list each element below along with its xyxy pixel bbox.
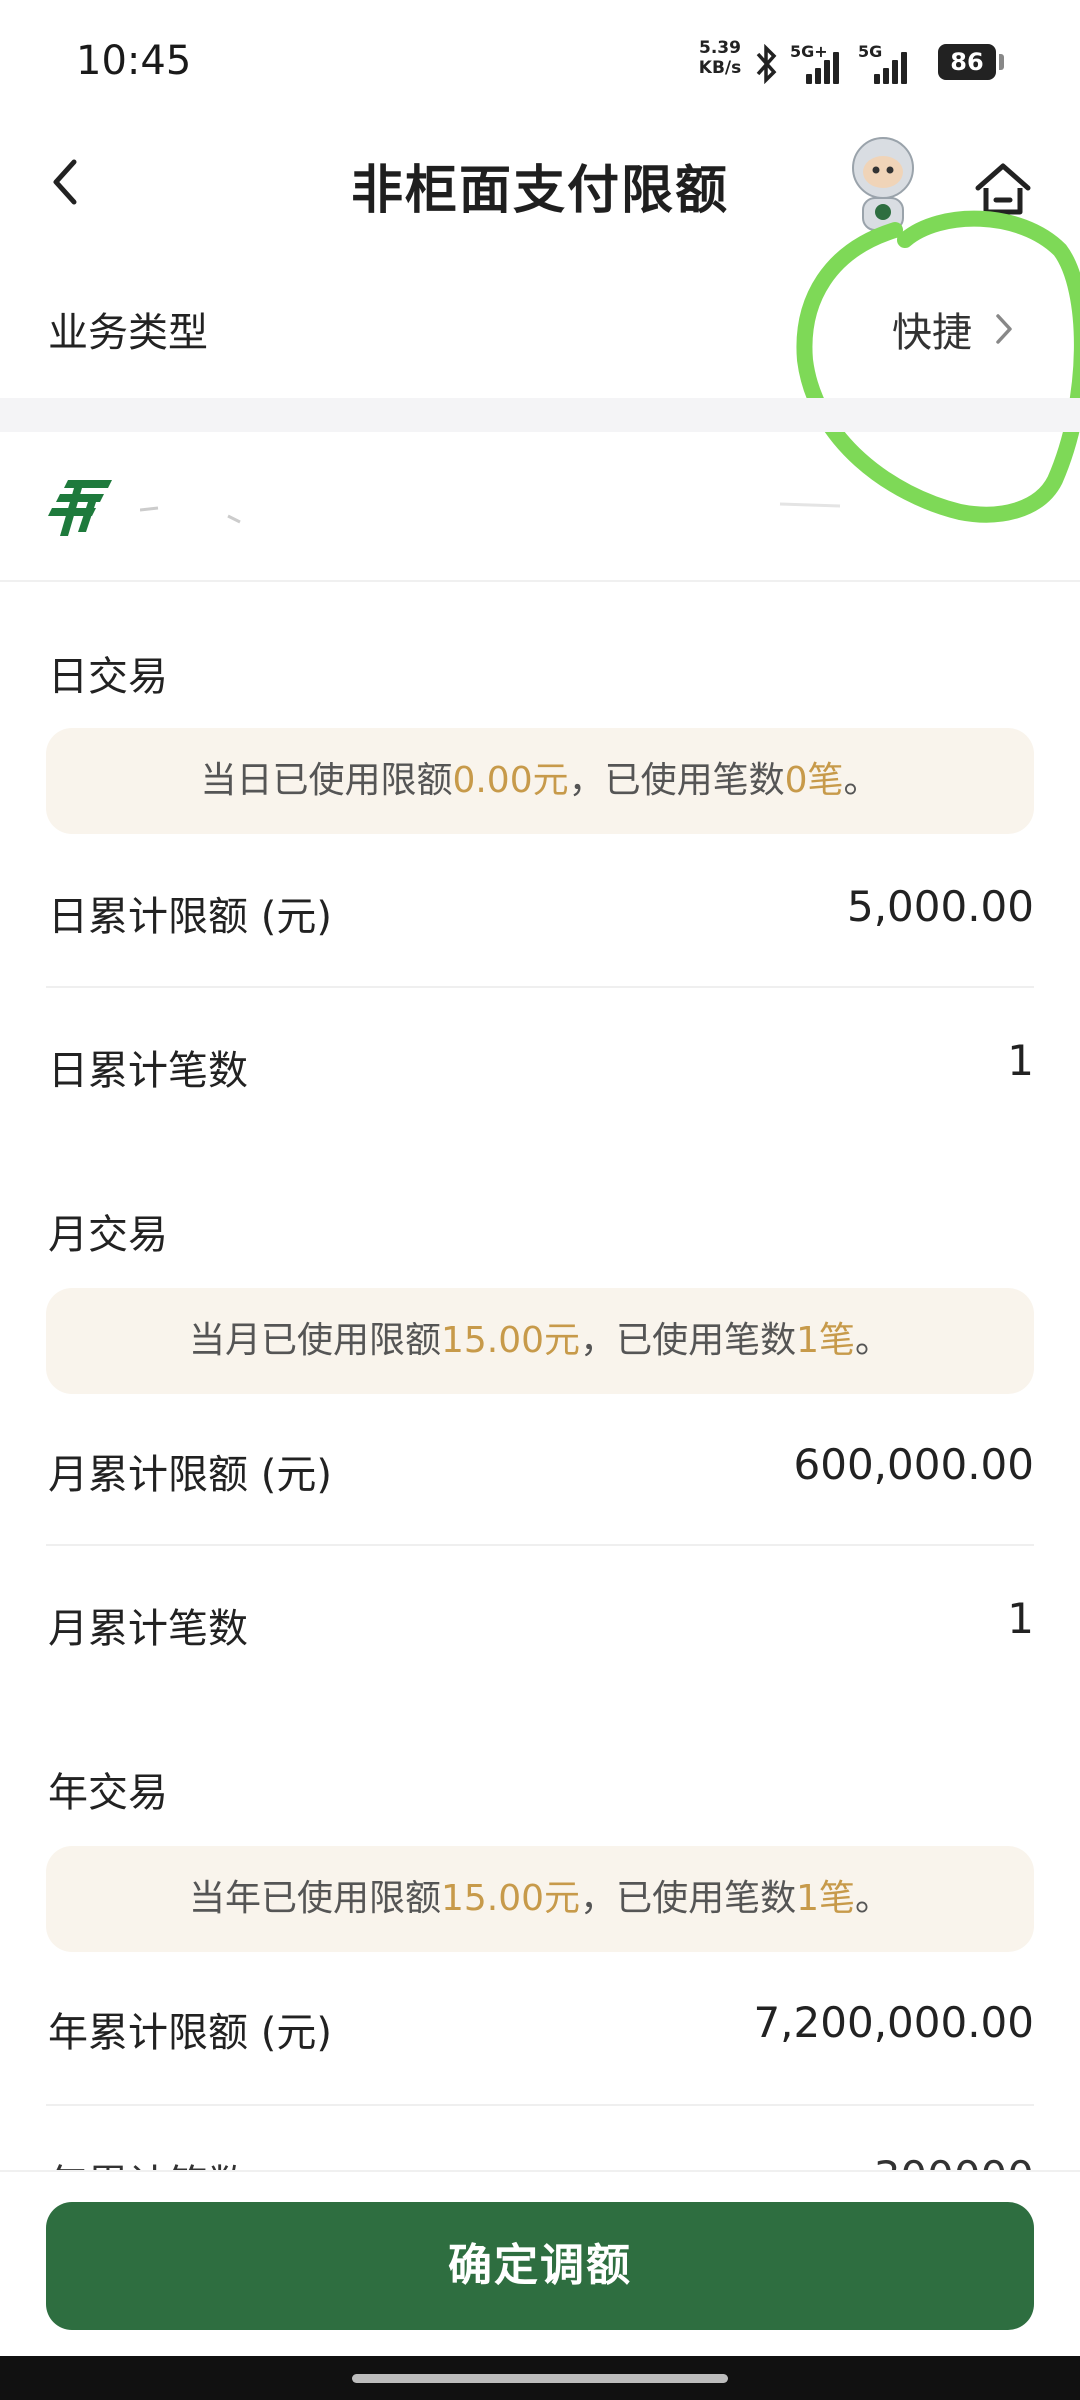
nav-bar: 非柜面支付限额 (0, 120, 1080, 250)
monthly-limit-label: 月累计限额 (元) (48, 1452, 332, 1498)
section-gap (0, 398, 1080, 432)
yearly-count-row: 年累计笔数 300000 (0, 2138, 1080, 2172)
daily-count-value[interactable]: 1 (1007, 1036, 1034, 1085)
monthly-count-value[interactable]: 1 (1007, 1594, 1034, 1643)
daily-limit-value[interactable]: 5,000.00 (847, 882, 1034, 931)
monthly-limit-value[interactable]: 600,000.00 (794, 1440, 1034, 1489)
yearly-limit-label: 年累计限额 (元) (48, 2010, 332, 2056)
divider (46, 1544, 1034, 1546)
monthly-count-label: 月累计笔数 (48, 1606, 248, 1652)
monthly-section-title: 月交易 (48, 1212, 168, 1258)
bank-card-row[interactable] (0, 432, 1080, 582)
confirm-adjust-button[interactable]: 确定调额 (46, 2202, 1034, 2330)
status-time: 10:45 (76, 38, 192, 84)
daily-count-label: 日累计笔数 (48, 1048, 248, 1094)
business-type-label: 业务类型 (48, 310, 208, 356)
daily-usage-info: 当日已使用限额0.00元，已使用笔数0笔。 (46, 728, 1034, 834)
assistant-mascot-icon[interactable] (838, 130, 928, 240)
bank-logo-icon (48, 480, 112, 536)
yearly-count-value[interactable]: 300000 (874, 2152, 1034, 2172)
battery-indicator: 86 (938, 44, 1004, 80)
yearly-limit-value[interactable]: 7,200,000.00 (753, 1998, 1034, 2047)
yearly-usage-info: 当年已使用限额15.00元，已使用笔数1笔。 (46, 1846, 1034, 1952)
divider (46, 986, 1034, 988)
system-navigation-bar (0, 2356, 1080, 2400)
bluetooth-icon (756, 44, 777, 84)
business-type-value[interactable]: 快捷 (892, 300, 972, 358)
business-type-row[interactable]: 业务类型 快捷 (0, 260, 1080, 398)
yearly-section-title: 年交易 (48, 1770, 168, 1816)
status-bar: 10:45 5.39 KB/s 5G+ 5G 86 (0, 0, 1080, 120)
divider (46, 2104, 1034, 2106)
masked-card-info (140, 502, 841, 524)
signal-5g-icon: 5G (858, 42, 916, 84)
status-icons: 5G+ 5G (752, 38, 916, 84)
monthly-usage-info: 当月已使用限额15.00元，已使用笔数1笔。 (46, 1288, 1034, 1394)
home-indicator[interactable] (352, 2374, 728, 2383)
daily-section-title: 日交易 (48, 654, 168, 700)
daily-limit-label: 日累计限额 (元) (48, 894, 332, 940)
chevron-right-icon[interactable] (984, 306, 1024, 352)
bottom-action-bar: 确定调额 (0, 2170, 1080, 2358)
network-speed: 5.39 KB/s (698, 38, 742, 78)
signal-5gplus-icon: 5G+ (790, 42, 848, 84)
home-icon[interactable] (968, 154, 1038, 224)
yearly-count-label: 年累计笔数 (48, 2152, 248, 2172)
